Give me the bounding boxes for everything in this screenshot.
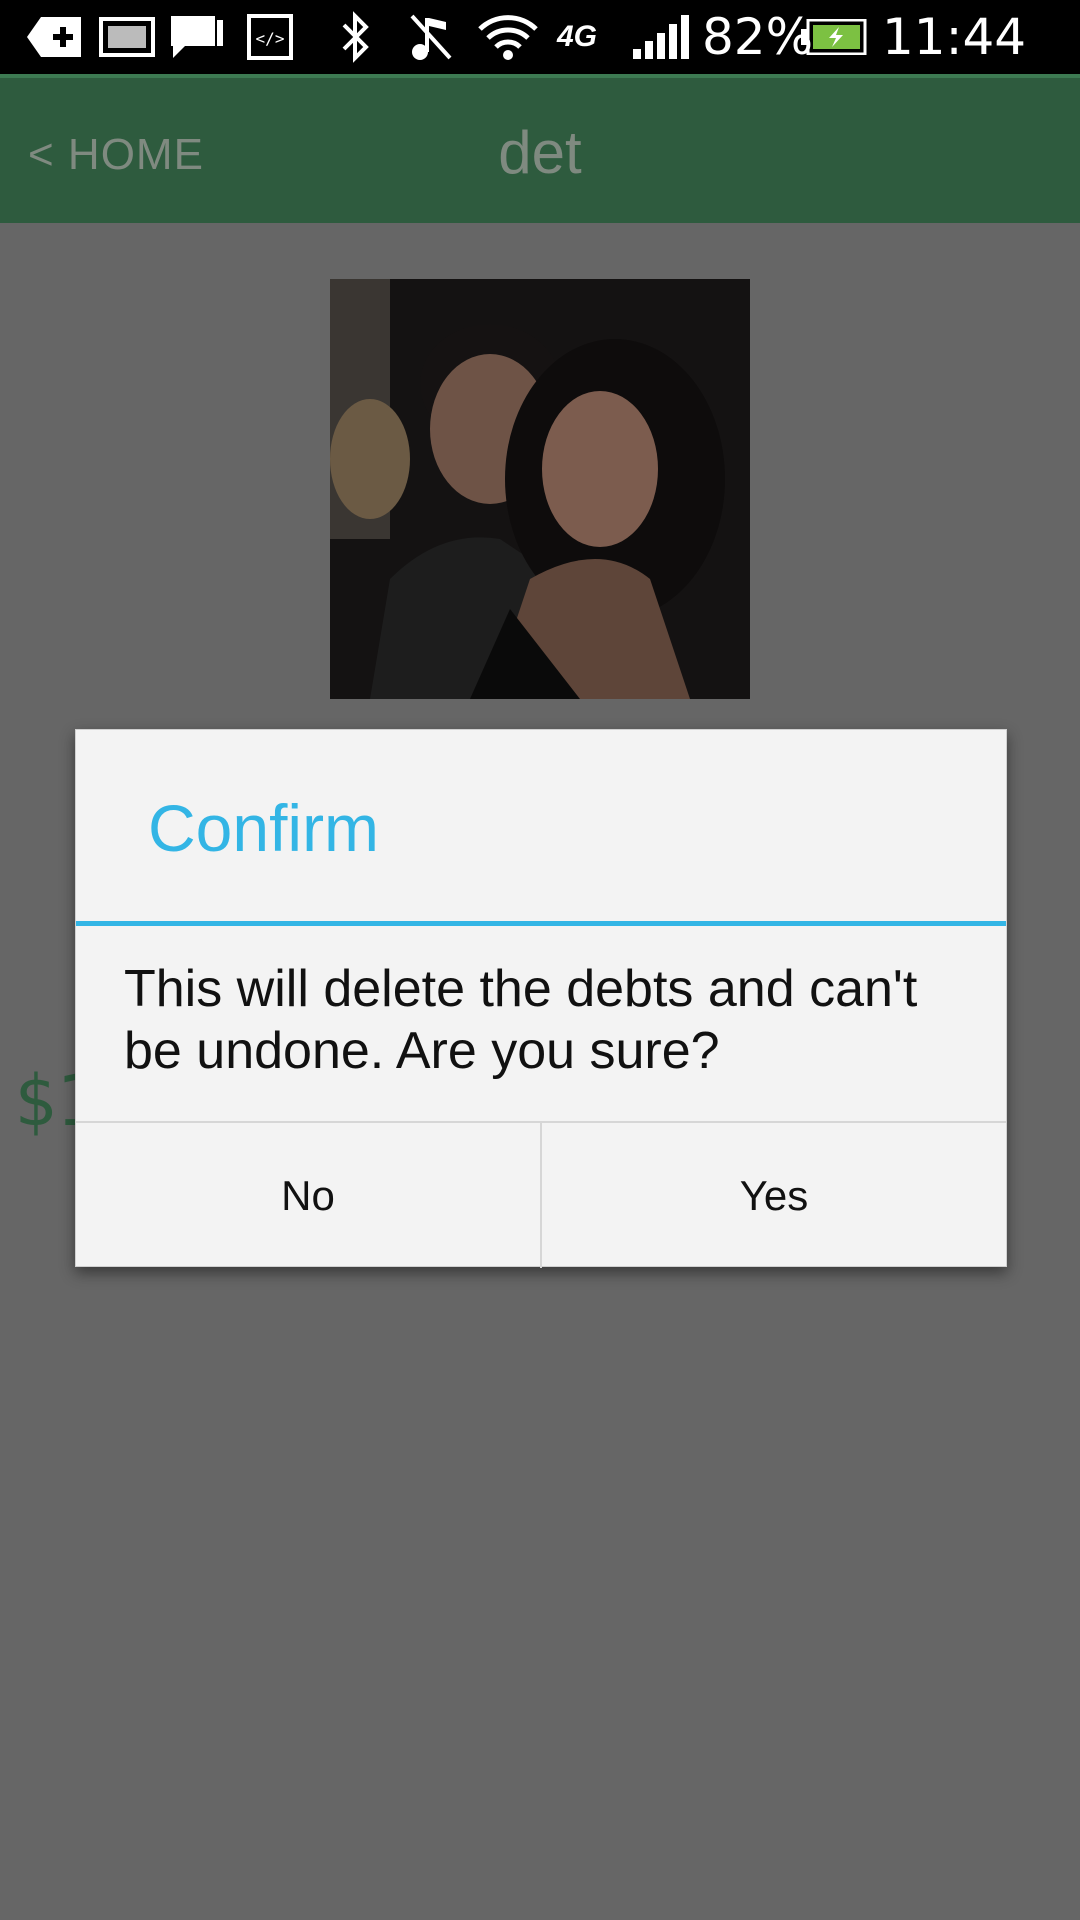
status-bar: </> 4G 82% 11:44 PM: [0, 0, 1080, 120]
code-icon: </>: [246, 14, 294, 60]
bluetooth-icon: [336, 11, 376, 63]
battery-icon: [800, 14, 868, 60]
svg-text:</>: </>: [256, 29, 285, 48]
page-title: det: [498, 119, 582, 186]
app-bar: < HOME det: [0, 74, 1080, 223]
wifi-icon: [476, 14, 540, 60]
mute-icon: [408, 14, 454, 60]
no-button[interactable]: No: [76, 1123, 540, 1268]
dialog-title-divider: [76, 921, 1006, 926]
confirm-dialog: Confirm This will delete the debts and c…: [75, 729, 1007, 1268]
dialog-button-row: No Yes: [76, 1121, 1006, 1268]
dialog-title: Confirm: [148, 791, 380, 865]
clock-time: 11:44: [882, 8, 1027, 66]
image-icon: [98, 14, 156, 60]
add-notification-icon: [26, 14, 82, 60]
battery-percent: 82%: [702, 8, 814, 66]
contact-photo: [330, 279, 750, 699]
dialog-message: This will delete the debts and can't be …: [124, 960, 918, 1080]
yes-button[interactable]: Yes: [540, 1123, 1006, 1268]
4g-icon: 4G: [556, 20, 598, 53]
signal-icon: [630, 14, 692, 60]
message-icon: [168, 14, 228, 60]
